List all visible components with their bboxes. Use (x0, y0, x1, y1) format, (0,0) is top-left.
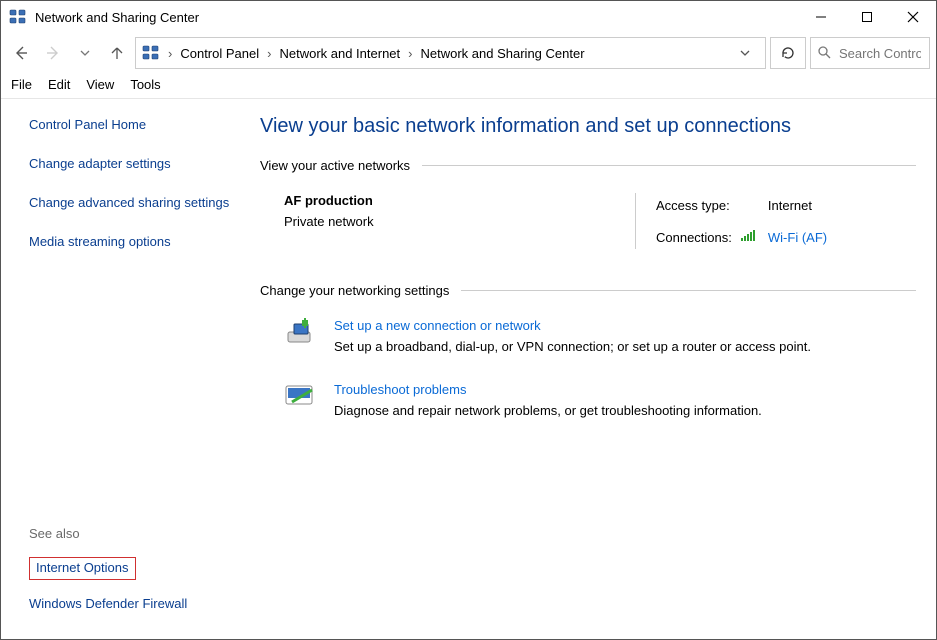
chevron-right-icon[interactable]: › (404, 46, 416, 61)
menu-bar: File Edit View Tools (1, 73, 936, 99)
search-input[interactable] (837, 45, 923, 62)
wifi-connection-link[interactable]: Wi-Fi (AF) (768, 230, 916, 245)
internet-options-link[interactable]: Internet Options (36, 560, 129, 577)
breadcrumb-icon (142, 44, 160, 62)
change-settings-header: Change your networking settings (260, 283, 916, 298)
page-heading: View your basic network information and … (260, 115, 916, 138)
menu-edit[interactable]: Edit (48, 77, 70, 92)
setup-connection-desc: Set up a broadband, dial-up, or VPN conn… (334, 339, 811, 354)
chevron-right-icon[interactable]: › (263, 46, 275, 61)
access-type-value: Internet (768, 198, 916, 213)
change-advanced-sharing-link[interactable]: Change advanced sharing settings (29, 195, 238, 212)
sidebar: Control Panel Home Change adapter settin… (1, 99, 256, 639)
titlebar: Network and Sharing Center (1, 1, 936, 33)
network-type: Private network (284, 214, 615, 229)
highlighted-box: Internet Options (29, 557, 136, 580)
search-icon (817, 45, 831, 62)
troubleshoot-desc: Diagnose and repair network problems, or… (334, 403, 762, 418)
chevron-right-icon[interactable]: › (164, 46, 176, 61)
windows-defender-firewall-link[interactable]: Windows Defender Firewall (29, 596, 238, 613)
minimize-button[interactable] (798, 1, 844, 33)
media-streaming-options-link[interactable]: Media streaming options (29, 234, 238, 251)
close-button[interactable] (890, 1, 936, 33)
see-also-header: See also (29, 526, 238, 541)
main-content: View your basic network information and … (256, 99, 936, 639)
network-info: AF production Private network (284, 193, 615, 249)
breadcrumb[interactable]: › Control Panel › Network and Internet ›… (135, 37, 766, 69)
breadcrumb-item[interactable]: Network and Sharing Center (421, 46, 585, 61)
setup-connection-item: Set up a new connection or network Set u… (284, 318, 916, 354)
menu-file[interactable]: File (11, 77, 32, 92)
wifi-signal-icon (740, 230, 756, 245)
active-network-row: AF production Private network Access typ… (260, 193, 916, 249)
troubleshoot-link[interactable]: Troubleshoot problems (334, 382, 762, 397)
setup-connection-link[interactable]: Set up a new connection or network (334, 318, 811, 333)
network-details: Access type: Internet Connections: Wi-Fi… (656, 193, 916, 249)
breadcrumb-item[interactable]: Control Panel (180, 46, 259, 61)
change-adapter-settings-link[interactable]: Change adapter settings (29, 156, 238, 173)
divider (461, 290, 916, 291)
window-title: Network and Sharing Center (35, 10, 199, 25)
divider (422, 165, 916, 166)
menu-tools[interactable]: Tools (130, 77, 160, 92)
section-label: Change your networking settings (260, 283, 449, 298)
active-networks-header: View your active networks (260, 158, 916, 173)
troubleshoot-item: Troubleshoot problems Diagnose and repai… (284, 382, 916, 418)
forward-button[interactable] (39, 39, 67, 67)
up-button[interactable] (103, 39, 131, 67)
window-controls (798, 1, 936, 33)
breadcrumb-item[interactable]: Network and Internet (279, 46, 400, 61)
maximize-button[interactable] (844, 1, 890, 33)
section-label: View your active networks (260, 158, 410, 173)
connections-label: Connections: (656, 230, 732, 245)
refresh-button[interactable] (770, 37, 806, 69)
access-type-label: Access type: (656, 198, 732, 213)
breadcrumb-dropdown[interactable] (731, 48, 759, 58)
search-box[interactable] (810, 37, 930, 69)
back-button[interactable] (7, 39, 35, 67)
control-panel-home-link[interactable]: Control Panel Home (29, 117, 238, 134)
divider (635, 193, 636, 249)
menu-view[interactable]: View (86, 77, 114, 92)
network-name: AF production (284, 193, 615, 208)
app-icon (9, 8, 27, 26)
setup-connection-icon (284, 318, 320, 348)
nav-row: › Control Panel › Network and Internet ›… (1, 33, 936, 73)
recent-locations-button[interactable] (71, 39, 99, 67)
troubleshoot-icon (284, 382, 320, 412)
body: Control Panel Home Change adapter settin… (1, 99, 936, 639)
settings-list: Set up a new connection or network Set u… (260, 318, 916, 418)
